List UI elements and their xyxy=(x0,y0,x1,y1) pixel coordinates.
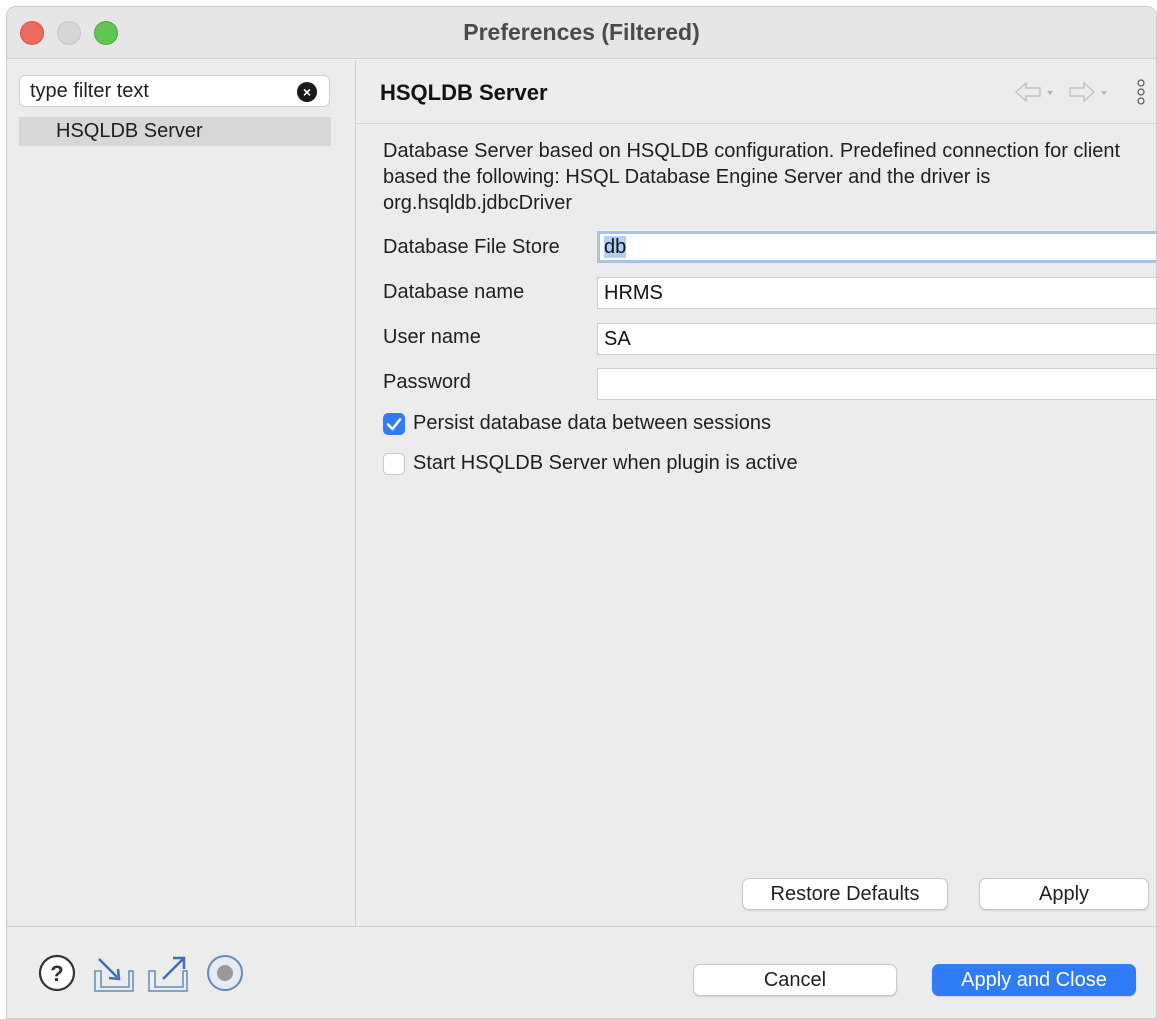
help-icon[interactable]: ? xyxy=(37,953,77,993)
svg-text:?: ? xyxy=(50,961,63,986)
password-label: Password xyxy=(383,371,471,393)
persist-data-checkbox[interactable] xyxy=(383,413,405,435)
page-title: HSQLDB Server xyxy=(380,80,548,105)
database-file-store-input[interactable]: db xyxy=(597,231,1156,263)
restore-defaults-button[interactable]: Restore Defaults xyxy=(742,878,948,910)
page-description: Database Server based on HSQLDB configur… xyxy=(383,140,1121,214)
filter-input[interactable] xyxy=(30,78,290,104)
preference-tree-pane: × HSQLDB Server xyxy=(7,60,356,926)
page-header: HSQLDB Server xyxy=(357,60,1156,124)
title-bar: Preferences (Filtered) xyxy=(7,7,1156,59)
record-icon[interactable] xyxy=(205,953,245,993)
export-icon[interactable] xyxy=(147,953,191,993)
page-nav-toolbar xyxy=(1010,78,1150,108)
filter-box: × xyxy=(19,75,330,107)
forward-arrow-icon[interactable] xyxy=(1069,81,1107,103)
start-server-label: Start HSQLDB Server when plugin is activ… xyxy=(413,452,798,474)
apply-button[interactable]: Apply xyxy=(979,878,1149,910)
window-title: Preferences (Filtered) xyxy=(463,19,700,45)
user-name-input[interactable]: SA xyxy=(597,323,1156,355)
database-name-label: Database name xyxy=(383,281,525,303)
import-icon[interactable] xyxy=(91,953,135,993)
cancel-button[interactable]: Cancel xyxy=(693,964,897,996)
checkmark-icon xyxy=(386,418,402,431)
user-name-label: User name xyxy=(383,326,481,348)
preferences-window: Preferences (Filtered) × HSQLDB Server H… xyxy=(6,6,1157,1019)
back-arrow-icon[interactable] xyxy=(1014,81,1053,103)
dialog-button-bar: ? Cancel Apply and Close xyxy=(7,926,1156,1018)
preference-page: HSQLDB Server Database Server based on H… xyxy=(357,60,1156,926)
database-name-input[interactable]: HRMS xyxy=(597,277,1156,309)
persist-data-label: Persist database data between sessions xyxy=(413,412,771,434)
tree-item-hsqldb-server[interactable]: HSQLDB Server xyxy=(19,117,331,146)
database-file-store-value: db xyxy=(604,236,627,258)
view-menu-icon[interactable] xyxy=(1137,79,1145,105)
start-server-checkbox[interactable] xyxy=(383,453,405,475)
database-file-store-label: Database File Store xyxy=(383,236,560,258)
password-input[interactable] xyxy=(597,368,1156,400)
apply-and-close-button[interactable]: Apply and Close xyxy=(932,964,1136,996)
clear-filter-icon[interactable]: × xyxy=(297,82,317,102)
